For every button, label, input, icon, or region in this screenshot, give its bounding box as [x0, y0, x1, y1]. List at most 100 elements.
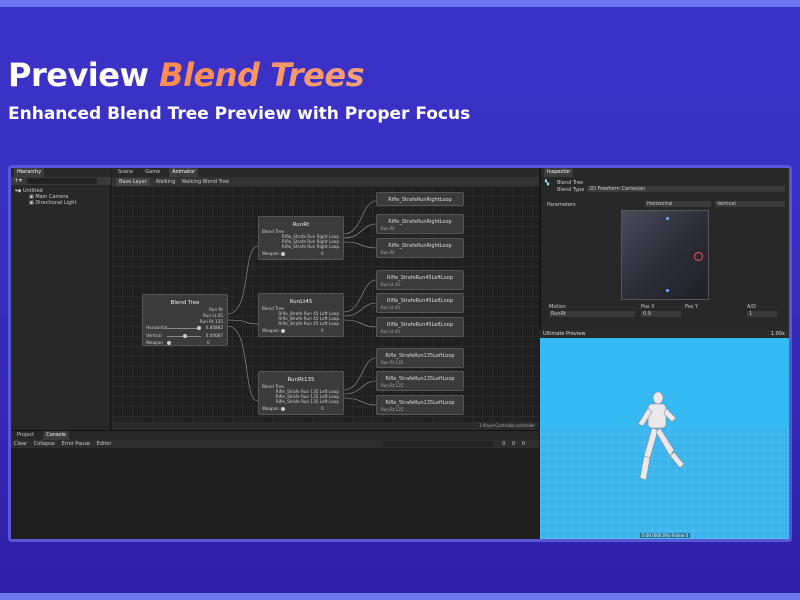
- weapon-slider-knob[interactable]: [167, 341, 171, 345]
- tab-game[interactable]: Game: [142, 168, 163, 177]
- tab-scene[interactable]: Scene: [115, 168, 136, 177]
- blend-space-graph[interactable]: [621, 210, 709, 300]
- hierarchy-panel: Hierarchy +▾ ▾◆ Untitled ▣ Main Camera ▣…: [11, 168, 111, 430]
- node-title: RunRt135: [287, 377, 315, 383]
- horizontal-slider[interactable]: [167, 328, 201, 329]
- param-label: Vertical: [146, 333, 162, 338]
- warning-count[interactable]: 0: [512, 441, 515, 447]
- collapse-button[interactable]: Collapse: [34, 441, 55, 447]
- breadcrumb-walking-blend-tree[interactable]: Walking Blend Tree: [181, 179, 229, 185]
- param-value[interactable]: 0: [321, 251, 324, 256]
- param-value[interactable]: 0: [321, 328, 324, 333]
- tab-hierarchy[interactable]: Hierarchy: [14, 168, 45, 177]
- clip-title: Rifle_StrafeRun135LeftLoop: [385, 376, 455, 382]
- hero-title-plain: Preview: [8, 56, 160, 94]
- node-row: Rifle_Strafe Run 45 Left Loop: [278, 321, 339, 326]
- clear-button[interactable]: Clear: [14, 441, 27, 447]
- blend-tree-node-runrt[interactable]: RunRt Blend Tree Rifle_Strafe Run Right …: [258, 216, 344, 260]
- parameter-x-dropdown[interactable]: Horizontal: [645, 201, 711, 207]
- preview-label: Ultimate Preview: [543, 331, 586, 337]
- speed-field[interactable]: 1: [747, 311, 777, 317]
- animator-panel: Scene Game Animator Base Layer Walking W…: [112, 168, 539, 430]
- clip-subtitle: Run Rt: [381, 250, 395, 255]
- animator-breadcrumb: Base Layer Walking Walking Blend Tree: [112, 177, 539, 186]
- motion-point[interactable]: [666, 217, 669, 220]
- param-label: Weapon: [262, 251, 279, 256]
- blend-position-marker[interactable]: [694, 252, 703, 261]
- clip-node[interactable]: Rifle_StrafeRunRightLoop Run Rt: [376, 214, 464, 234]
- blend-type-dropdown[interactable]: 2D Freeform Cartesian: [587, 186, 785, 192]
- preview-speed[interactable]: 1.00x: [771, 330, 785, 338]
- clip-title: Rifle_StrafeRunRightLoop: [388, 243, 452, 249]
- param-value[interactable]: 0: [321, 406, 324, 411]
- clip-node[interactable]: Rifle_StrafeRun45LeftLoop Run Lt 45: [376, 293, 464, 313]
- vertical-slider-knob[interactable]: [183, 334, 187, 338]
- hierarchy-item-directional-light[interactable]: ▣ Directional Light: [29, 200, 76, 206]
- blend-tree-node-runrt135[interactable]: RunRt135 Blend Tree Rifle_Strafe Run 135…: [258, 371, 344, 415]
- clip-node[interactable]: Rifle_StrafeRun135LeftLoop Run Rt 135: [376, 371, 464, 391]
- clip-node[interactable]: Rifle_StrafeRunRightLoop: [376, 192, 464, 206]
- tab-inspector[interactable]: Inspector: [544, 168, 574, 177]
- console-counts: 0 0 0: [502, 440, 530, 448]
- editor-window-frame: Hierarchy +▾ ▾◆ Untitled ▣ Main Camera ▣…: [8, 165, 792, 542]
- param-value[interactable]: 0: [207, 340, 210, 345]
- weapon-slider-knob[interactable]: [281, 407, 285, 411]
- clip-title: Rifle_StrafeRun45LeftLoop: [386, 275, 454, 281]
- clip-node[interactable]: Rifle_StrafeRun45LeftLoop Run Lt 45: [376, 317, 464, 337]
- clip-title: Rifle_StrafeRun45LeftLoop: [386, 322, 454, 328]
- column-speed: A/D: [747, 304, 756, 310]
- blend-tree-icon: ▚: [545, 180, 549, 186]
- error-count[interactable]: 0: [522, 441, 525, 447]
- clip-node[interactable]: Rifle_StrafeRun135LeftLoop Run Rt 135: [376, 395, 464, 415]
- clip-node[interactable]: Rifle_StrafeRun135LeftLoop Run Rt 135: [376, 348, 464, 368]
- clip-subtitle: Run Lt 45: [381, 282, 401, 287]
- clip-title: Rifle_StrafeRunRightLoop: [388, 197, 452, 203]
- clip-node[interactable]: Rifle_StrafeRun45LeftLoop Run Lt 45: [376, 270, 464, 290]
- console-toolbar: Clear Collapse Error Pause Editor 0 0 0: [11, 440, 539, 448]
- animator-status: 3 PlayerController.controller: [112, 422, 539, 430]
- param-value[interactable]: 0.80882: [206, 325, 223, 330]
- clip-subtitle: Run Lt 45: [381, 305, 401, 310]
- ultimate-preview-panel[interactable]: Ultimate Preview 1.00x 0:00 (000.0%) Fram…: [540, 330, 789, 539]
- hierarchy-toolbar: +▾: [11, 177, 111, 185]
- tab-project[interactable]: Project: [14, 431, 37, 440]
- clip-subtitle: Run Rt: [381, 226, 395, 231]
- weapon-slider-knob[interactable]: [281, 252, 285, 256]
- column-posx: Pos X: [641, 304, 655, 310]
- blend-type-label: Blend Type: [557, 187, 585, 193]
- horizontal-slider-knob[interactable]: [197, 326, 201, 330]
- posx-field[interactable]: 0.9: [641, 311, 681, 317]
- clip-node[interactable]: Rifle_StrafeRunRightLoop Run Rt: [376, 238, 464, 258]
- param-label: Weapon: [146, 340, 163, 345]
- preview-footer: 0:00 (000.0%) Frame 0: [640, 533, 691, 538]
- column-posy: Pos Y: [685, 304, 699, 310]
- tab-animator[interactable]: Animator: [169, 168, 199, 177]
- parameters-label: Parameters: [547, 202, 576, 208]
- info-count[interactable]: 0: [502, 441, 505, 447]
- param-value[interactable]: 0.00087: [206, 333, 223, 338]
- parameter-y-dropdown[interactable]: Vertical: [715, 201, 785, 207]
- motion-field[interactable]: RunRt: [549, 311, 635, 317]
- weapon-slider-knob[interactable]: [281, 329, 285, 333]
- node-title: RunRt: [292, 222, 310, 228]
- tab-console[interactable]: Console: [43, 431, 69, 440]
- add-icon[interactable]: +▾: [14, 177, 22, 184]
- node-output: Run Rt: [209, 307, 223, 312]
- blend-tree-node-runlt45[interactable]: RunLt45 Blend Tree Rifle_Strafe Run 45 L…: [258, 293, 344, 337]
- breadcrumb-walking[interactable]: Walking: [156, 179, 176, 185]
- hierarchy-tabbar: Hierarchy: [11, 168, 111, 177]
- animator-graph[interactable]: Blend Tree Run Rt Run Lt 45 Run Rt 135 H…: [112, 186, 539, 422]
- clip-subtitle: Run Rt 135: [381, 360, 404, 365]
- clip-subtitle: Run Lt 45: [381, 329, 401, 334]
- editor-dropdown[interactable]: Editor: [97, 441, 112, 447]
- node-output: Run Rt 135: [199, 319, 223, 324]
- blend-tree-root-node[interactable]: Blend Tree Run Rt Run Lt 45 Run Rt 135 H…: [142, 294, 228, 346]
- top-accent-strip: [0, 0, 800, 7]
- motion-point[interactable]: [666, 289, 669, 292]
- bottom-accent-strip: [0, 593, 800, 600]
- base-layer-dropdown[interactable]: Base Layer: [116, 177, 150, 186]
- console-search-input[interactable]: [383, 441, 493, 447]
- error-pause-button[interactable]: Error Pause: [62, 441, 90, 447]
- preview-toolbar: Ultimate Preview 1.00x: [540, 330, 789, 338]
- hierarchy-search-input[interactable]: [27, 178, 97, 184]
